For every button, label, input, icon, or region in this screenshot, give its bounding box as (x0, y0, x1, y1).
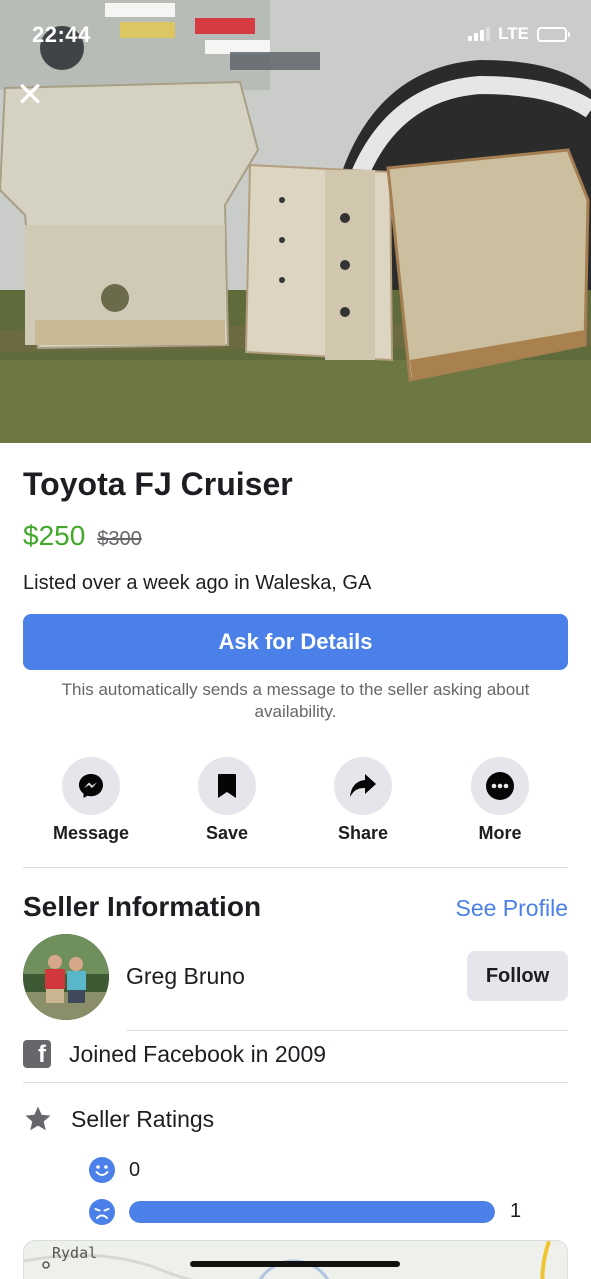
star-icon (25, 1106, 51, 1131)
signal-icon (468, 27, 491, 41)
message-button[interactable]: Message (36, 757, 146, 844)
listing-title: Toyota FJ Cruiser (23, 466, 293, 502)
home-indicator (190, 1261, 400, 1267)
facebook-icon: f (23, 1040, 51, 1068)
map-roads (24, 1241, 551, 1279)
messenger-icon (62, 757, 120, 815)
divider (23, 867, 568, 868)
status-time: 22:44 (32, 22, 91, 47)
share-arrow-icon (334, 757, 392, 815)
more-dots-icon (471, 757, 529, 815)
negative-rating-row (89, 1199, 115, 1225)
ask-for-details-button[interactable]: Ask for Details (23, 614, 568, 670)
sad-face-icon (89, 1199, 115, 1225)
more-label: More (478, 823, 522, 843)
message-label: Message (52, 823, 130, 843)
negative-rating-bar-fill (129, 1201, 495, 1223)
joined-text: Joined Facebook in 2009 (69, 1040, 327, 1067)
share-button[interactable]: Share (308, 757, 418, 844)
joined-row: f Joined Facebook in 2009 (23, 1040, 326, 1068)
positive-rating-row: 0 (89, 1157, 140, 1183)
seller-name[interactable]: Greg Bruno (126, 963, 245, 990)
battery-icon (537, 26, 570, 42)
location-map[interactable]: Rydal (23, 1240, 568, 1279)
network-label: LTE (498, 24, 529, 43)
status-indicators: LTE (468, 24, 570, 44)
divider (126, 1030, 568, 1031)
original-price: $300 (97, 528, 142, 550)
save-button[interactable]: Save (172, 757, 282, 844)
ratings-title: Seller Ratings (71, 1105, 215, 1132)
share-label: Share (337, 823, 389, 843)
avatar[interactable] (23, 934, 109, 1020)
listing-location: Listed over a week ago in Waleska, GA (23, 572, 372, 594)
bookmark-icon (198, 757, 256, 815)
divider (23, 1082, 568, 1083)
status-bar: 22:44 LTE (0, 0, 591, 70)
action-row: Message Save Share More (23, 757, 568, 847)
map-place-label: Rydal (52, 1244, 98, 1262)
more-button[interactable]: More (445, 757, 555, 844)
price-row: $250 $300 (23, 520, 142, 552)
negative-rating-count: 1 (510, 1200, 522, 1222)
price: $250 (23, 520, 86, 551)
ask-note: This automatically sends a message to th… (61, 680, 530, 721)
positive-rating-count: 0 (129, 1158, 141, 1181)
seller-section-title: Seller Information (23, 891, 262, 922)
negative-rating-bar (129, 1201, 495, 1223)
follow-button[interactable]: Follow (467, 951, 568, 1001)
ratings-row[interactable]: Seller Ratings (23, 1104, 214, 1134)
see-profile-link[interactable]: See Profile (455, 895, 568, 922)
save-label: Save (205, 823, 249, 843)
happy-face-icon (89, 1157, 115, 1183)
close-icon[interactable]: ✕ (14, 78, 46, 112)
